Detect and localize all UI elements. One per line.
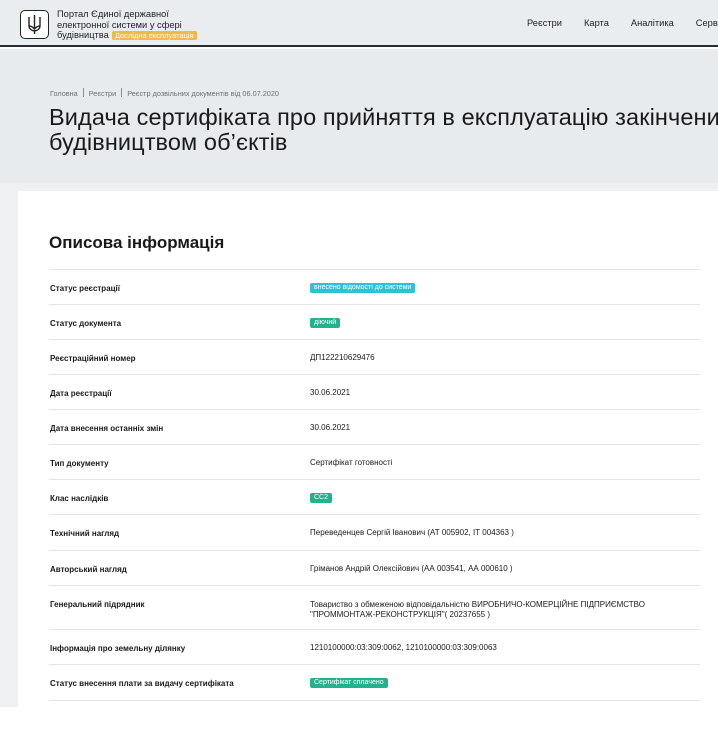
row-label: Авторський нагляд	[50, 565, 127, 574]
row-value: 30.06.2021	[310, 423, 351, 432]
nav-analytics[interactable]: Аналітика	[631, 18, 674, 28]
row-value: СС2	[310, 492, 333, 503]
info-table: Статус реєстрації внесено відомості до с…	[49, 269, 700, 701]
main-nav: Реєстри Карта Аналітика Сервіс	[527, 18, 718, 28]
breadcrumb-registries[interactable]: Реєстри	[89, 89, 116, 98]
row-label: Технічний нагляд	[50, 529, 120, 538]
table-row-consequence-class: Клас наслідків СС2	[49, 480, 700, 515]
row-label: Реєстраційний номер	[50, 354, 136, 363]
breadcrumb-home[interactable]: Головна	[50, 89, 78, 98]
nav-registries[interactable]: Реєстри	[527, 18, 562, 28]
table-row-document-type: Тип документу Сертифікат готовності	[49, 445, 700, 480]
page-title: Видача сертифіката про прийняття в експл…	[49, 104, 718, 155]
table-row-general-contractor: Генеральний підрядник Товариство з обмеж…	[49, 586, 700, 630]
coat-of-arms-logo[interactable]	[20, 10, 49, 39]
status-badge: внесено відомості до системи	[310, 283, 416, 293]
beta-badge: Дослідна експлуатація	[111, 31, 197, 40]
row-value: 30.06.2021	[310, 388, 351, 397]
row-label: Статус реєстрації	[50, 284, 121, 293]
row-label: Клас наслідків	[50, 494, 109, 503]
row-label: Статус внесення плати за видачу сертифік…	[50, 679, 234, 688]
row-value: Переведенцев Сергій Іванович (АТ 005902,…	[310, 528, 514, 537]
row-label: Дата реєстрації	[50, 389, 112, 398]
portal-brand[interactable]: Портал Єдиної державної електронної сист…	[57, 9, 197, 41]
contractor-name-cont: "ПРОММОНТАЖ-РЕКОНСТРУКЦІЯ"( 20237655 )	[310, 610, 490, 619]
payment-badge: Сертифікат сплачено	[310, 678, 388, 688]
info-card: Описова інформація Статус реєстрації вне…	[18, 191, 718, 731]
breadcrumb-current[interactable]: Реєстр дозвільних документів від 06.07.2…	[127, 89, 279, 98]
row-value: 1210100000:03:309:0062, 1210100000:03:30…	[310, 643, 497, 652]
row-value: ДП122210629476	[310, 353, 375, 362]
row-label: Статус документа	[50, 319, 122, 328]
row-value: Гріманов Андрій Олексійович (АА 003541, …	[310, 564, 513, 573]
status-badge: діючий	[310, 318, 341, 328]
table-row-document-status: Статус документа діючий	[49, 305, 700, 340]
section-title: Описова інформація	[49, 233, 225, 252]
trident-icon	[28, 15, 41, 34]
breadcrumb-separator	[82, 88, 84, 97]
row-label: Інформація про земельну ділянку	[50, 644, 186, 653]
contractor-name: Товариство з обмеженою відповідальністю …	[310, 600, 645, 609]
row-value: Сертифікат готовності	[310, 458, 393, 467]
brand-line-1: Портал Єдиної державної	[57, 9, 169, 19]
table-row-last-change-date: Дата внесення останніх змін 30.06.2021	[49, 410, 700, 445]
brand-line-2: електронної системи у сфері	[57, 19, 182, 30]
table-row-registration-status: Статус реєстрації внесено відомості до с…	[49, 270, 700, 305]
table-row-registration-date: Дата реєстрації 30.06.2021	[49, 375, 700, 410]
breadcrumb: Головна Реєстри Реєстр дозвільних документ…	[50, 88, 279, 98]
class-badge: СС2	[310, 493, 333, 503]
table-row-land-plot: Інформація про земельну ділянку 12101000…	[49, 630, 700, 665]
nav-map[interactable]: Карта	[584, 18, 609, 28]
page-hero: Головна Реєстри Реєстр дозвільних документ…	[0, 49, 718, 183]
row-value: Сертифікат сплачено	[310, 677, 388, 688]
row-label: Генеральний підрядник	[50, 600, 145, 609]
table-row-technical-supervision: Технічний нагляд Переведенцев Сергій Іва…	[49, 515, 700, 551]
table-row-registration-number: Реєстраційний номер ДП122210629476	[49, 340, 700, 375]
row-value: внесено відомості до системи	[310, 282, 416, 293]
nav-service[interactable]: Сервіс	[696, 18, 718, 28]
row-value: Товариство з обмеженою відповідальністю …	[310, 600, 645, 620]
row-value: діючий	[310, 317, 341, 328]
table-row-payment-status: Статус внесення плати за видачу сертифік…	[49, 665, 700, 701]
breadcrumb-separator	[121, 88, 123, 97]
table-row-author-supervision: Авторський нагляд Гріманов Андрій Олексі…	[49, 551, 700, 586]
row-label: Тип документу	[50, 459, 109, 468]
top-header: Портал Єдиної державної електронної сист…	[0, 0, 718, 47]
row-label: Дата внесення останніх змін	[50, 424, 164, 433]
content-area: Описова інформація Статус реєстрації вне…	[0, 183, 718, 731]
brand-line-3: будівництва	[57, 30, 109, 40]
